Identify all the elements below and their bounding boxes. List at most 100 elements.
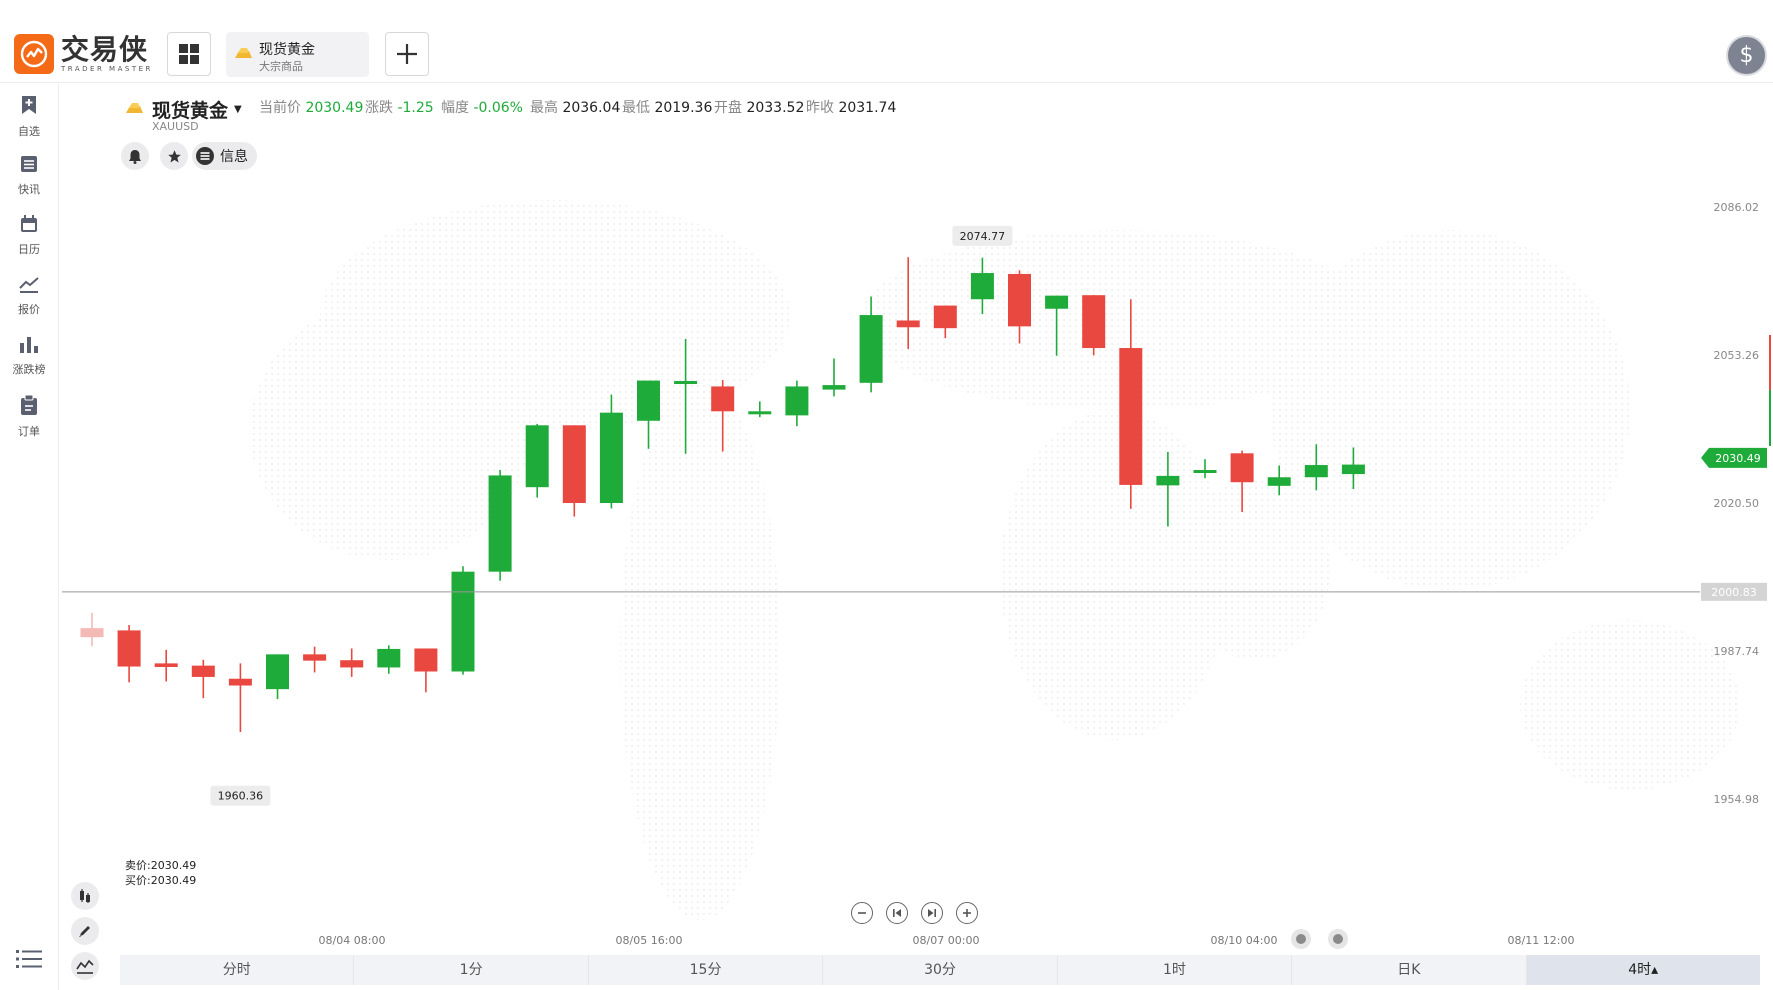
sidebar-item-label: 订单	[18, 425, 40, 438]
period-tab[interactable]: 1分	[354, 955, 589, 985]
sell-price: 卖价:2030.49	[125, 859, 197, 872]
map-background	[250, 300, 530, 560]
tab-title: 现货黄金	[259, 42, 315, 58]
range-handle-right[interactable]	[1328, 929, 1348, 949]
quote-high: 最高 2036.04	[530, 100, 621, 116]
star-icon	[167, 149, 181, 162]
candle-body	[1045, 295, 1069, 309]
info-button[interactable]: 信息	[192, 142, 257, 170]
candle-body	[711, 386, 735, 412]
tab-subtitle: 大宗商品	[259, 60, 303, 73]
period-tab[interactable]: 分时	[120, 955, 355, 985]
y-tick-label: 2086.02	[1714, 201, 1760, 214]
pencil-icon	[79, 926, 90, 937]
candlestick-chart[interactable]: 2086.02 2053.26 2020.50 1987.74 1954.98 08/04…	[0, 0, 1773, 990]
sidebar-item-label: 快讯	[18, 183, 40, 196]
candle-body	[191, 665, 215, 677]
quote-prev-close: 昨收 2031.74	[806, 100, 897, 116]
scroll-start-button[interactable]	[886, 902, 908, 924]
scroll-end-button[interactable]	[921, 902, 943, 924]
candle-body	[1119, 348, 1143, 485]
clipboard-icon	[21, 394, 37, 415]
max-callout-label: 2074.77	[960, 230, 1006, 243]
sidebar-menu-button[interactable]	[16, 948, 42, 974]
sidebar-item-movers[interactable]: 涨跌榜	[0, 335, 58, 377]
sidebar-item-quotes[interactable]: 报价	[0, 275, 58, 317]
sidebar-item-label: 报价	[18, 303, 40, 316]
candle-body	[637, 380, 660, 421]
sidebar-item-orders[interactable]: 订单	[0, 394, 58, 439]
candle-body	[488, 475, 512, 572]
app-logo[interactable]: 交易侠 TRADER MASTER	[14, 34, 153, 74]
period-tab[interactable]: 15分	[589, 955, 824, 985]
candle-body	[1267, 477, 1291, 486]
draw-tool-button[interactable]	[71, 917, 99, 945]
quote-current: 当前价 2030.49	[259, 100, 364, 116]
map-background	[620, 380, 780, 920]
candle-body	[562, 425, 586, 503]
currency-button[interactable]: $	[1726, 35, 1767, 76]
candle-body	[933, 305, 957, 329]
tab-spot-gold[interactable]: 现货黄金 大宗商品	[226, 32, 369, 77]
zoom-in-button[interactable]	[956, 902, 978, 924]
add-tab-button[interactable]	[385, 32, 429, 76]
plus-icon	[397, 44, 417, 64]
candle-body	[896, 320, 920, 328]
candle-body	[414, 648, 438, 672]
buy-price: 买价:2030.49	[125, 874, 197, 887]
quote-change-percent: 幅度 -0.06%	[441, 100, 523, 116]
calendar-icon	[21, 215, 37, 232]
candle-body	[154, 663, 178, 667]
sidebar-item-news[interactable]: 快讯	[0, 155, 58, 197]
caret-down-icon[interactable]: ▼	[234, 104, 242, 115]
quote-low: 最低 2019.36	[622, 100, 713, 116]
candle-body	[525, 425, 549, 488]
symbol-code: XAUUSD	[152, 120, 199, 133]
news-list-icon	[21, 156, 37, 172]
menu-list-icon	[16, 950, 42, 968]
candle-body	[1230, 453, 1254, 483]
sidebar-item-label: 日历	[18, 243, 40, 256]
period-tab[interactable]: 30分	[823, 955, 1058, 985]
bar-chart-icon	[20, 337, 38, 353]
indicator-icon	[76, 959, 94, 974]
zoom-out-button[interactable]	[851, 902, 873, 924]
period-tab[interactable]: 1时	[1058, 955, 1293, 985]
x-tick-label: 08/05 16:00	[616, 934, 683, 947]
logo-subtext: TRADER MASTER	[61, 65, 153, 73]
skip-forward-icon	[928, 909, 936, 917]
sidebar-item-calendar[interactable]: 日历	[0, 215, 58, 257]
minus-icon	[858, 912, 866, 914]
dot-icon	[1333, 934, 1343, 944]
period-tab-active[interactable]: 4时▴	[1526, 955, 1760, 985]
x-tick-label: 08/10 04:00	[1211, 934, 1278, 947]
skip-back-icon	[893, 909, 901, 917]
y-tick-label: 1987.74	[1714, 645, 1760, 658]
min-callout-label: 1960.36	[218, 790, 264, 803]
alert-button[interactable]	[121, 142, 149, 170]
gold-bar-icon	[235, 48, 252, 58]
grid-icon	[179, 44, 199, 64]
candle-body	[599, 412, 623, 503]
logo-text: 交易侠	[61, 33, 149, 66]
candle-body	[451, 571, 475, 672]
map-background	[1180, 480, 1330, 660]
sidebar-item-watchlist[interactable]: 自选	[0, 95, 58, 139]
candle-body	[674, 381, 698, 385]
candle-body	[785, 386, 809, 416]
sidebar: 自选 快讯 日历 报价 涨跌榜 订单	[0, 83, 59, 990]
candle-body	[748, 411, 772, 415]
x-tick-label: 08/04 08:00	[319, 934, 386, 947]
gold-bar-icon	[126, 103, 143, 113]
candle-body	[377, 648, 401, 668]
candle-body	[1341, 464, 1365, 475]
range-handle-left[interactable]	[1291, 929, 1311, 949]
period-tab[interactable]: 日K	[1292, 955, 1527, 985]
layout-grid-button[interactable]	[167, 32, 211, 76]
chart-type-button[interactable]	[71, 882, 99, 910]
quote-change: 涨跌 -1.25	[365, 100, 434, 116]
symbol-name[interactable]: 现货黄金	[152, 96, 228, 123]
indicator-button[interactable]	[71, 952, 99, 980]
favorite-button[interactable]	[160, 142, 188, 170]
info-label: 信息	[220, 149, 248, 165]
